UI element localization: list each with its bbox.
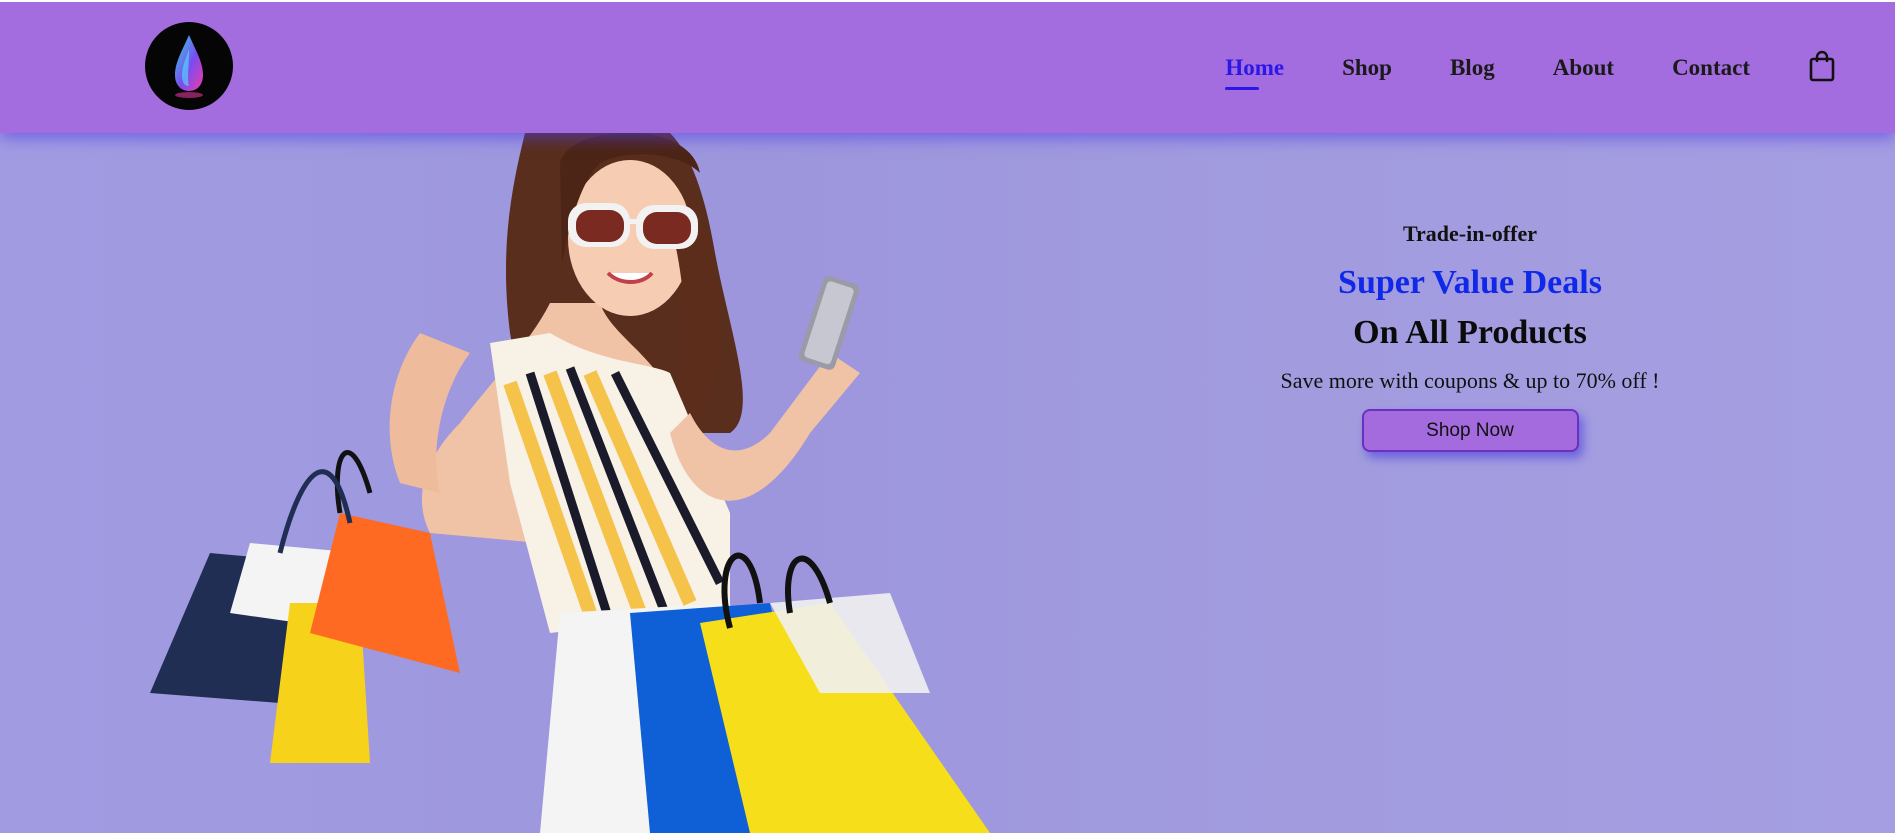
- offer-subtitle: On All Products: [1353, 314, 1587, 351]
- site-header: Home Shop Blog About Contact: [0, 0, 1895, 133]
- nav-blog[interactable]: Blog: [1450, 55, 1495, 83]
- flame-drop-icon: [175, 35, 203, 98]
- page: Home Shop Blog About Contact Trade-in-of…: [0, 0, 1895, 833]
- promo-offer: Trade-in-offer Super Value Deals On All …: [1170, 213, 1770, 452]
- main-nav: Home Shop Blog About Contact: [1225, 2, 1895, 135]
- hero-banner: Trade-in-offer Super Value Deals On All …: [0, 133, 1895, 833]
- offer-kicker: Trade-in-offer: [1403, 221, 1537, 246]
- offer-title: Super Value Deals: [1338, 264, 1602, 301]
- nav-contact[interactable]: Contact: [1672, 55, 1750, 83]
- shopping-bag-icon: [1809, 50, 1835, 82]
- nav-home[interactable]: Home: [1225, 55, 1284, 90]
- cart-button[interactable]: [1808, 50, 1836, 82]
- offer-description: Save more with coupons & up to 70% off !: [1280, 368, 1660, 393]
- nav-about[interactable]: About: [1553, 55, 1614, 83]
- hero-image: [150, 133, 990, 833]
- shop-now-button[interactable]: Shop Now: [1361, 409, 1579, 452]
- nav-shop[interactable]: Shop: [1342, 55, 1392, 83]
- logo[interactable]: [145, 22, 233, 110]
